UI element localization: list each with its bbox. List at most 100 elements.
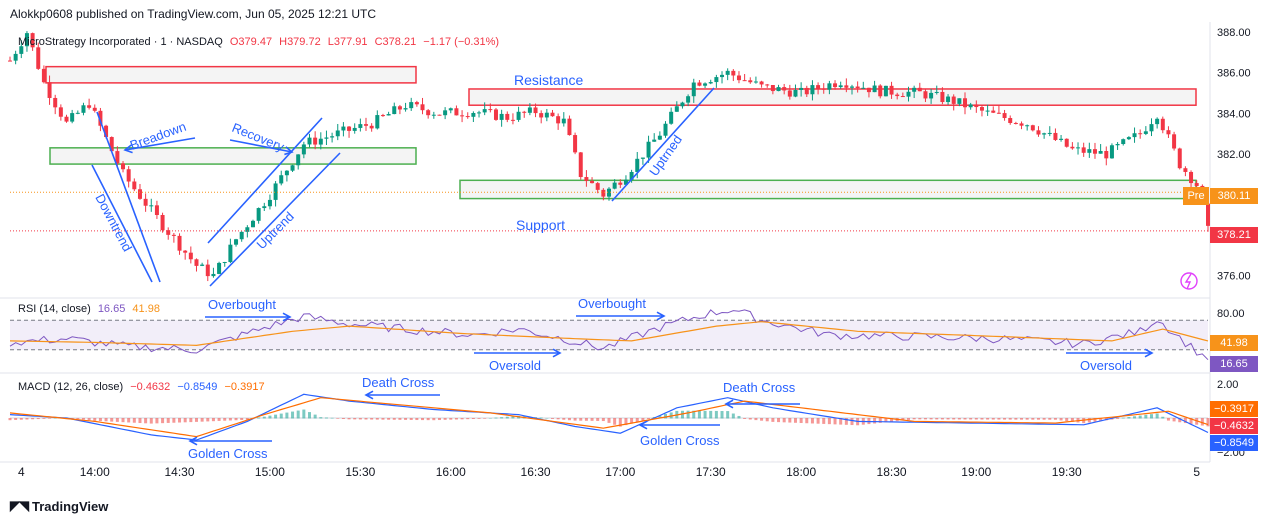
macd-histogram-bar (816, 418, 820, 424)
macd-histogram-bar (1149, 414, 1153, 419)
price-tick-label: 384.00 (1217, 108, 1251, 120)
macd-signal-line (9, 397, 1209, 438)
macd-histogram-bar (1003, 418, 1007, 420)
macd-histogram-bar (31, 418, 35, 420)
candle-body (194, 259, 199, 266)
macd-histogram-bar (25, 418, 29, 420)
macd-histogram-bar (449, 418, 453, 420)
candle-body (70, 113, 75, 122)
chart-canvas[interactable]: 388.00 386.00 384.00 382.00 376.00 80.00 2.00 −… (0, 0, 1281, 522)
macd-histogram-bar (223, 418, 227, 421)
macd-signal-tag: −0.3917 (1210, 401, 1258, 417)
macd-histogram-bar (1014, 418, 1018, 420)
macd-histogram-bar (850, 418, 854, 426)
macd-histogram-bar (127, 418, 131, 423)
open-value: O379.47 (229, 36, 273, 48)
macd-histogram-bar (87, 418, 91, 421)
macd-histogram-bar (1087, 418, 1091, 423)
time-tick-label: 5 (1193, 465, 1200, 479)
candle-body (177, 235, 182, 251)
candle-body (584, 177, 589, 181)
macd-histogram-bar (601, 418, 605, 422)
macd-histogram-bar (353, 418, 357, 420)
rsi-ma-tag: 41.98 (1210, 335, 1258, 351)
candle-body (160, 215, 165, 231)
candle-body (460, 115, 465, 117)
candle-body (652, 139, 657, 142)
macd-histogram-bar (279, 413, 283, 419)
macd-histogram-bar (923, 418, 927, 420)
candle-body (64, 116, 69, 122)
candle-body (946, 96, 951, 103)
candle-body (844, 85, 849, 88)
macd-histogram-bar (149, 418, 153, 424)
candle-body (279, 175, 284, 184)
tradingview-logo[interactable]: ◤◥ TradingView (10, 498, 108, 514)
candle-body (307, 137, 312, 145)
macd-histogram-bar (1025, 418, 1029, 420)
macd-histogram-bar (437, 418, 441, 421)
macd-histogram-bar (285, 412, 289, 419)
candle-body (703, 83, 708, 86)
macd-histogram-bar (793, 418, 797, 423)
macd-name[interactable]: MACD (12, 26, close) (18, 381, 123, 393)
macd-histogram-bar (940, 418, 944, 420)
candle-body (1177, 148, 1182, 169)
macd-histogram-bar (93, 418, 97, 421)
macd-histogram-bar (997, 418, 1001, 420)
candle-body (347, 126, 352, 131)
macd-histogram-bar (539, 417, 543, 419)
candle-body (1189, 171, 1194, 184)
candle-body (1115, 144, 1120, 146)
candle-body (505, 113, 510, 120)
low-value: L377.91 (327, 36, 368, 48)
rsi-name[interactable]: RSI (14, close) (18, 303, 91, 315)
overbought-2-label: Overbought (578, 296, 646, 311)
macd-histogram-bar (42, 418, 46, 419)
macd-histogram-bar (720, 411, 724, 419)
candle-body (646, 141, 651, 158)
symbol-name[interactable]: MicroStrategy Incorporated · 1 · NASDAQ (18, 36, 223, 48)
macd-histogram-bar (596, 418, 600, 421)
macd-histogram-bar (1065, 418, 1069, 422)
macd-histogram-bar (1008, 418, 1012, 420)
candle-body (991, 110, 996, 113)
candle-body (748, 80, 753, 83)
macd-histogram-bar (291, 411, 295, 419)
candle-body (493, 109, 498, 120)
candle-body (239, 231, 244, 240)
candle-body (1013, 122, 1018, 124)
candle-body (58, 107, 63, 117)
candle-body (36, 47, 41, 69)
candle-body (1149, 124, 1154, 132)
candle-body (1076, 147, 1081, 149)
macd-histogram-bar (404, 418, 408, 420)
macd-histogram-bar (336, 418, 340, 419)
candle-body (369, 125, 374, 129)
macd-histogram-bar (183, 418, 187, 423)
macd-histogram-bar (991, 418, 995, 420)
candle-body (561, 118, 566, 124)
macd-histogram-bar (364, 418, 368, 420)
candle-body (895, 94, 900, 97)
macd-histogram-bar (200, 418, 204, 422)
macd-histogram-bar (590, 418, 594, 421)
candle-body (510, 119, 515, 121)
macd-histogram-bar (296, 410, 300, 419)
candle-body (1070, 146, 1075, 149)
candle-body (205, 264, 210, 277)
macd-pane (8, 393, 1210, 441)
candle-body (1081, 147, 1086, 153)
macd-histogram-bar (567, 418, 571, 421)
macd-histogram-bar (443, 418, 447, 420)
time-tick-label: 4 (18, 465, 25, 479)
macd-histogram-bar (466, 418, 470, 420)
candle-body (770, 85, 775, 92)
price-tick-label: 388.00 (1217, 27, 1251, 39)
macd-histogram-bar (381, 418, 385, 420)
price-tick-label: 382.00 (1217, 149, 1251, 161)
macd-line-value: −0.8549 (177, 381, 218, 393)
macd-histogram-bar (562, 418, 566, 420)
macd-histogram-bar (579, 418, 583, 421)
candle-body (211, 273, 216, 277)
